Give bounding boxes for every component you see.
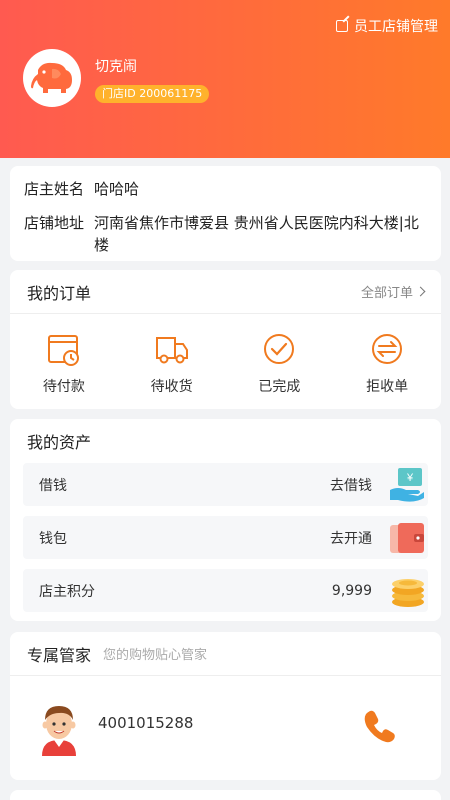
butler-avatar (42, 706, 76, 756)
check-circle-icon (264, 334, 295, 364)
butler-subtitle: 您的购物贴心管家 (103, 648, 208, 663)
my-assets-card: 我的资产 借钱 去借钱 ¥ 钱包 去开通 店主积分 9,999 (10, 419, 441, 621)
asset-loan-label: 借钱 (39, 477, 67, 494)
elephant-logo-icon (31, 62, 72, 93)
order-pending-receipt[interactable]: 待收货 (127, 330, 217, 396)
coins-icon (392, 579, 424, 607)
asset-row-wallet[interactable]: 钱包 去开通 (23, 516, 428, 559)
pending-payment-icon (47, 335, 79, 366)
staff-store-management-label: 员工店铺管理 (354, 19, 438, 35)
owner-name-value: 哈哈哈 (94, 180, 140, 198)
my-assets-header: 我的资产 (10, 419, 441, 463)
phone-call-icon[interactable] (360, 706, 400, 746)
user-name: 切克闹 (95, 59, 137, 75)
store-info-card: 店主姓名 哈哈哈 店铺地址 河南省焦作市博爱县 贵州省人民医院内科大楼|北楼 (10, 166, 441, 261)
avatar[interactable] (23, 49, 81, 107)
order-pending-payment[interactable]: 待付款 (19, 330, 109, 396)
order-pending-receipt-label: 待收货 (150, 379, 193, 395)
butler-header: 专属管家 您的购物贴心管家 (10, 632, 441, 676)
my-orders-card: 我的订单 全部订单 待付款 待收货 已完成 拒收单 (10, 270, 441, 409)
my-orders-title: 我的订单 (27, 283, 92, 303)
store-address-label: 店铺地址 (24, 214, 85, 232)
asset-row-points[interactable]: 店主积分 9,999 (23, 569, 428, 612)
order-completed-label: 已完成 (258, 379, 301, 395)
order-rejected-label: 拒收单 (366, 379, 409, 395)
order-completed[interactable]: 已完成 (234, 330, 324, 396)
loan-hand-icon: ¥ (390, 468, 424, 502)
store-address-row: 店铺地址 河南省焦作市博爱县 贵州省人民医院内科大楼|北楼 (24, 212, 427, 256)
all-orders-label: 全部订单 (360, 286, 413, 301)
order-pending-payment-label: 待付款 (42, 379, 85, 395)
order-rejected[interactable]: 拒收单 (342, 330, 432, 396)
asset-wallet-action: 去开通 (330, 530, 372, 547)
asset-points-label: 店主积分 (39, 583, 95, 600)
my-orders-header: 我的订单 全部订单 (10, 270, 441, 314)
profile-header: 员工店铺管理 切克闹 门店ID 200061175 (0, 0, 450, 158)
exchange-icon (372, 334, 403, 364)
owner-name-row: 店主姓名 哈哈哈 (24, 178, 427, 200)
staff-store-management-link[interactable]: 员工店铺管理 (336, 16, 438, 36)
svg-text:¥: ¥ (406, 472, 414, 484)
asset-row-loan[interactable]: 借钱 去借钱 ¥ (23, 463, 428, 506)
butler-phone-number: 4001015288 (98, 714, 194, 732)
asset-wallet-label: 钱包 (39, 530, 67, 547)
chevron-right-icon (415, 286, 426, 297)
edit-icon (336, 20, 348, 32)
exclusive-butler-card: 专属管家 您的购物贴心管家 4001015288 (10, 632, 441, 780)
next-card-edge (10, 790, 441, 800)
store-id-badge: 门店ID 200061175 (95, 85, 210, 103)
asset-loan-action: 去借钱 (330, 477, 372, 494)
truck-icon (155, 337, 188, 364)
all-orders-link[interactable]: 全部订单 (360, 282, 426, 301)
order-status-row: 待付款 待收货 已完成 拒收单 (10, 314, 441, 396)
owner-name-label: 店主姓名 (24, 180, 85, 198)
asset-points-value: 9,999 (331, 582, 372, 599)
my-assets-title: 我的资产 (27, 433, 92, 452)
butler-title: 专属管家 (27, 645, 92, 665)
store-address-value: 河南省焦作市博爱县 贵州省人民医院内科大楼|北楼 (94, 214, 419, 254)
wallet-icon (390, 523, 424, 553)
